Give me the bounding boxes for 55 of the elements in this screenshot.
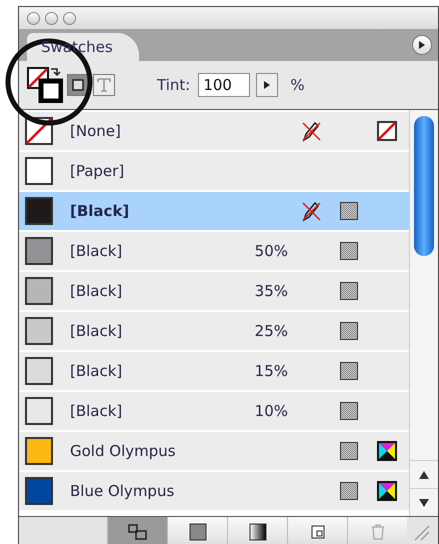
play-icon [418, 41, 426, 49]
delete-swatch-button[interactable] [347, 517, 407, 544]
minimize-button[interactable] [45, 12, 58, 24]
swatch-name: [Black] [70, 202, 130, 220]
zoom-button[interactable] [63, 12, 76, 24]
trash-icon [370, 524, 384, 540]
show-all-swatches-button[interactable] [107, 517, 167, 544]
swatch-name: [Black] [70, 322, 124, 340]
swatch-row[interactable]: [Paper] [19, 152, 409, 190]
scroll-thumb[interactable] [414, 116, 434, 256]
swatch-name: [Black] [70, 362, 124, 380]
swatch-row[interactable]: [Black] 15% [19, 352, 409, 390]
swatch-name: [None] [70, 122, 122, 140]
tint-value: 25% [254, 322, 288, 340]
tint-value: 35% [254, 282, 288, 300]
swatch-row[interactable]: [Black] 35% [19, 272, 409, 310]
down-arrow-icon [419, 498, 429, 506]
gradient-swatches-button[interactable] [227, 517, 287, 544]
gradient-square-icon [248, 523, 266, 541]
tint-value: 10% [254, 402, 288, 420]
tint-label: Tint: [157, 76, 190, 94]
panel-menu-button[interactable] [412, 35, 432, 55]
swatch-row[interactable]: [None] [19, 112, 409, 150]
new-page-icon [310, 525, 324, 539]
play-icon [264, 81, 270, 89]
swatch-row[interactable]: [Black] 50% [19, 232, 409, 270]
close-button[interactable] [27, 12, 40, 24]
swatch-name: Blue Olympus [70, 482, 176, 500]
tint-value: 15% [254, 362, 288, 380]
tint-input[interactable]: 100 [198, 73, 250, 97]
scrollbar[interactable] [409, 110, 438, 516]
swatch-name: [Paper] [70, 162, 126, 180]
stacked-squares-icon [128, 524, 148, 540]
tint-value: 50% [254, 242, 288, 260]
swatch-row[interactable]: [Black] [19, 192, 409, 230]
swatch-name: Gold Olympus [70, 442, 177, 460]
swatch-row[interactable]: [Black] 25% [19, 312, 409, 350]
fill-stroke-icon[interactable] [27, 67, 63, 103]
color-swatches-button[interactable] [167, 517, 227, 544]
filled-square-icon [188, 523, 206, 541]
text-icon [97, 78, 111, 92]
swatch-name: [Black] [70, 282, 124, 300]
square-icon [72, 79, 84, 91]
swatch-name: [Black] [70, 402, 124, 420]
tint-dropdown-button[interactable] [256, 73, 278, 97]
new-swatch-button[interactable] [287, 517, 347, 544]
none-swatch-icon [377, 121, 397, 141]
container-button[interactable] [67, 74, 89, 96]
swatch-row[interactable]: [Black] 10% [19, 392, 409, 430]
text-button[interactable] [93, 74, 115, 96]
swatch-row[interactable]: Blue Olympus [19, 472, 409, 510]
up-arrow-icon [419, 470, 429, 478]
swatch-name: [Black] [70, 242, 124, 260]
percent-label: % [290, 76, 305, 94]
swatch-row[interactable]: Gold Olympus [19, 432, 409, 470]
